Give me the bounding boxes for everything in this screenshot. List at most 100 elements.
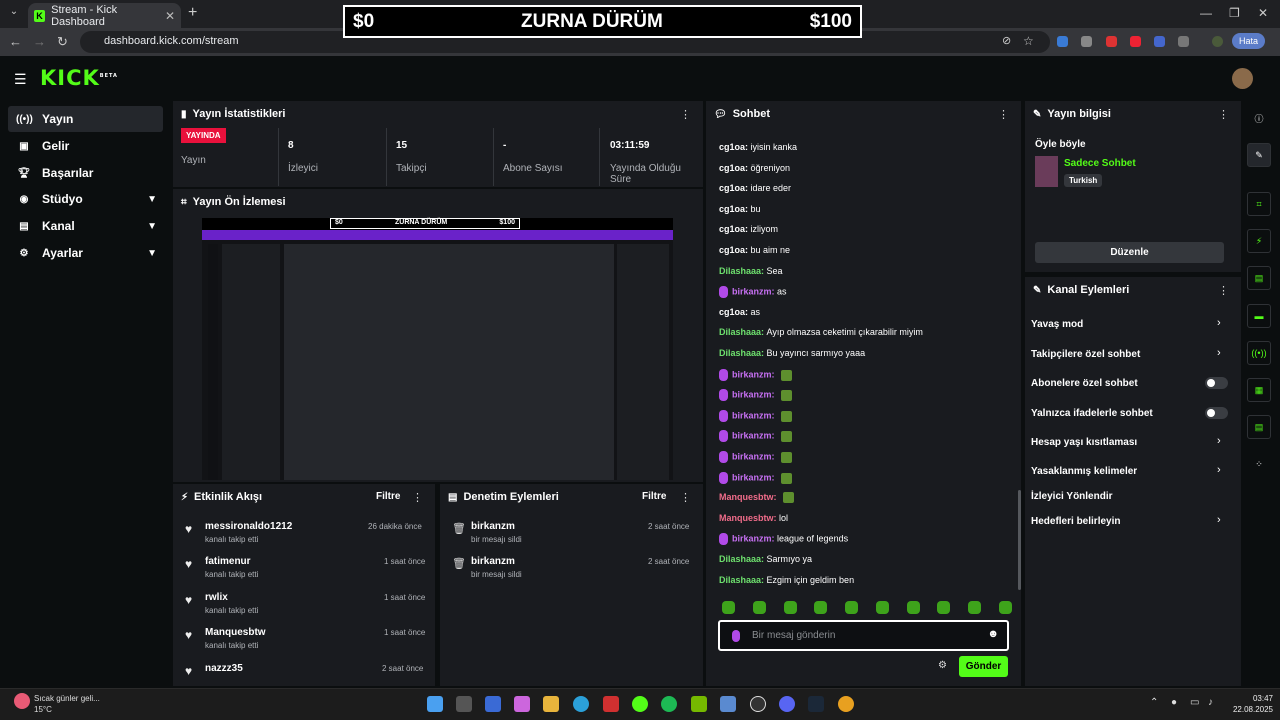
volume-icon[interactable]: ♪ xyxy=(1208,697,1213,708)
category-link[interactable]: Sadece Sohbet xyxy=(1064,158,1136,169)
user-avatar[interactable] xyxy=(1232,68,1253,89)
chat-username[interactable]: cg1oa xyxy=(719,204,745,214)
spotify-icon[interactable] xyxy=(661,696,677,712)
chat-username[interactable]: birkanzm xyxy=(732,389,772,399)
restore-icon[interactable]: ❐ xyxy=(1229,6,1240,20)
emote-icon[interactable] xyxy=(998,601,1012,614)
edge-icon[interactable] xyxy=(573,696,589,712)
extension-icon[interactable] xyxy=(1130,36,1141,47)
moderator-target-name[interactable]: birkanzm xyxy=(471,521,522,532)
tab-search-icon[interactable]: ⌄ xyxy=(6,6,22,22)
emote-icon[interactable] xyxy=(752,601,766,614)
sidebar-item-kanal[interactable]: ▤ Kanal ▼ xyxy=(8,213,163,239)
sidebar-item-ayarlar[interactable]: ⚙ Ayarlar ▼ xyxy=(8,240,163,266)
action-slow-mode[interactable]: Yavaş mod xyxy=(1031,319,1083,330)
action-host-viewers[interactable]: İzleyici Yönlendir xyxy=(1031,491,1113,502)
lightning-icon[interactable]: ⚡︎ xyxy=(1247,229,1271,253)
chat-username[interactable]: birkanzm xyxy=(732,451,772,461)
action-banned-words[interactable]: Yasaklanmış kelimeler xyxy=(1031,466,1137,477)
follower-name[interactable]: fatimenur xyxy=(205,556,258,567)
emote-icon[interactable] xyxy=(814,601,828,614)
close-window-icon[interactable]: ✕ xyxy=(1258,6,1268,20)
app-icon[interactable] xyxy=(603,696,619,712)
task-view-icon[interactable] xyxy=(456,696,472,712)
camera-icon[interactable]: ⌗ xyxy=(1247,192,1271,216)
chat-username[interactable]: cg1oa xyxy=(719,245,745,255)
sidebar-item-basarilar[interactable]: 🏆︎ Başarılar xyxy=(8,160,163,186)
new-tab-icon[interactable]: + xyxy=(188,4,197,22)
chevron-right-icon[interactable]: › xyxy=(1217,347,1221,359)
dashboard-icon[interactable]: ▦ xyxy=(1247,378,1271,402)
discord-icon[interactable] xyxy=(779,696,795,712)
reload-icon[interactable]: ↻ xyxy=(57,34,68,50)
eye-off-icon[interactable]: ⊘ xyxy=(1002,34,1011,47)
chat-username[interactable]: Manquesbtw xyxy=(719,513,774,523)
chat-settings-gear-icon[interactable]: ⚙ xyxy=(938,660,947,671)
activity-filter-button[interactable]: Filtre xyxy=(376,491,400,502)
profile-avatar-icon[interactable] xyxy=(1212,36,1223,47)
chat-username[interactable]: Dilashaaa xyxy=(719,266,761,276)
action-followers-only[interactable]: Takipçilere özel sohbet xyxy=(1031,349,1140,360)
chat-username[interactable]: birkanzm xyxy=(732,430,772,440)
edit-button[interactable]: Düzenle xyxy=(1035,242,1224,263)
chat-message-input[interactable]: Bir mesaj gönderin ☻ xyxy=(718,620,1009,651)
chat-username[interactable]: birkanzm xyxy=(732,472,772,482)
chat-scrollbar[interactable] xyxy=(1018,490,1021,590)
emoji-icon[interactable]: ☻ xyxy=(987,628,999,640)
plugin-icon[interactable]: ▤ xyxy=(1247,415,1271,439)
chat-username[interactable]: Dilashaaa xyxy=(719,554,761,564)
widgets-icon[interactable] xyxy=(485,696,501,712)
emote-icon[interactable] xyxy=(906,601,920,614)
edit-layout-icon[interactable]: ✎ xyxy=(1247,143,1271,167)
action-set-goals[interactable]: Hedefleri belirleyin xyxy=(1031,516,1120,527)
chat-username[interactable]: birkanzm xyxy=(732,369,772,379)
sidebar-item-yayin[interactable]: ((•)) Yayın xyxy=(8,106,163,132)
bookmark-star-icon[interactable]: ☆ xyxy=(1023,34,1034,48)
emote-icon[interactable] xyxy=(845,601,859,614)
extension-icon[interactable] xyxy=(1106,36,1117,47)
stream-preview-video[interactable]: $0 ZURNA DÜRÜM $100 xyxy=(202,218,673,480)
windows-start-icon[interactable] xyxy=(427,696,443,712)
follower-name[interactable]: nazzz35 xyxy=(205,663,243,674)
sidebar-item-studyo[interactable]: ◉ Stüdyo ▼ xyxy=(8,186,163,212)
chat-username[interactable]: cg1oa xyxy=(719,307,745,317)
emote-icon[interactable] xyxy=(968,601,982,614)
emotes-only-toggle[interactable] xyxy=(1205,407,1228,419)
steam-icon[interactable] xyxy=(808,696,824,712)
display-icon[interactable]: ▭ xyxy=(1190,697,1199,708)
nvidia-icon[interactable] xyxy=(691,696,707,712)
weather-widget[interactable]: Sıcak günler geli... 15°C xyxy=(34,693,100,715)
kick-app-icon[interactable] xyxy=(632,696,648,712)
emote-icon[interactable] xyxy=(937,601,951,614)
chat-bubble-icon[interactable]: ▬ xyxy=(1247,304,1271,328)
emote-icon[interactable] xyxy=(875,601,889,614)
emote-icon[interactable] xyxy=(783,601,797,614)
extension-icon[interactable] xyxy=(1154,36,1165,47)
more-options-icon[interactable]: ⋮ xyxy=(680,108,691,121)
more-options-icon[interactable]: ⋮ xyxy=(1218,108,1229,121)
action-subscribers-only[interactable]: Abonelere özel sohbet xyxy=(1031,378,1138,389)
file-explorer-icon[interactable] xyxy=(543,696,559,712)
more-options-icon[interactable]: ⋮ xyxy=(412,491,423,504)
moderation-filter-button[interactable]: Filtre xyxy=(642,491,666,502)
kick-logo[interactable]: KICKBETA xyxy=(40,66,118,90)
browser-tab[interactable]: K Stream - Kick Dashboard ✕ xyxy=(28,3,181,28)
chrome-icon[interactable] xyxy=(838,696,854,712)
extensions-puzzle-icon[interactable] xyxy=(1178,36,1189,47)
copilot-icon[interactable] xyxy=(514,696,530,712)
forward-icon[interactable]: → xyxy=(33,34,46,49)
chat-username[interactable]: cg1oa xyxy=(719,183,745,193)
menu-hamburger-icon[interactable]: ☰ xyxy=(14,71,27,88)
info-icon[interactable]: ⓘ xyxy=(1247,106,1271,130)
chat-username[interactable]: Dilashaaa xyxy=(719,575,761,585)
chat-username[interactable]: cg1oa xyxy=(719,142,745,152)
weather-icon[interactable] xyxy=(14,693,30,709)
back-icon[interactable]: ← xyxy=(9,34,22,49)
broadcast-icon[interactable]: ((•)) xyxy=(1247,341,1271,365)
emote-icon[interactable] xyxy=(722,601,735,614)
chat-username[interactable]: birkanzm xyxy=(732,286,772,296)
chat-username[interactable]: birkanzm xyxy=(732,410,772,420)
chat-username[interactable]: cg1oa xyxy=(719,163,745,173)
chevron-right-icon[interactable]: › xyxy=(1217,464,1221,476)
action-emotes-only[interactable]: Yalnızca ifadelerle sohbet xyxy=(1031,408,1153,419)
